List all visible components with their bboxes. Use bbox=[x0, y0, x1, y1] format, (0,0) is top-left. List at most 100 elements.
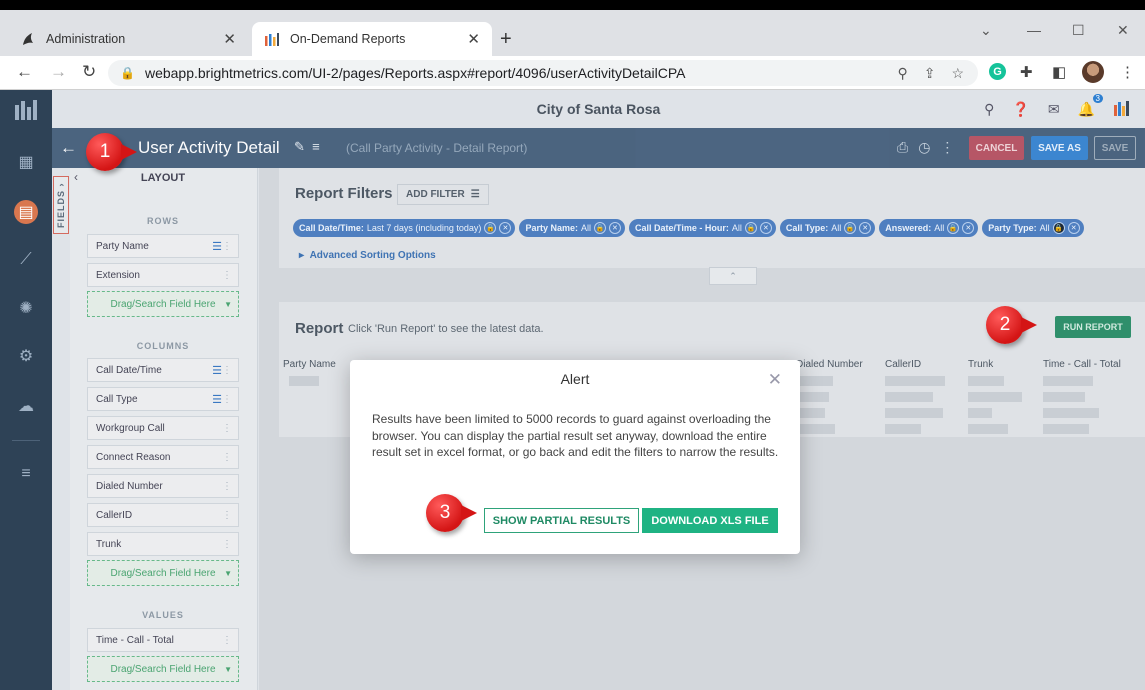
field-party-name[interactable]: Party Name ☰ ⋮ bbox=[87, 234, 239, 258]
add-filter-button[interactable]: ADD FILTER ☰ bbox=[397, 184, 489, 205]
close-icon[interactable]: ✕ bbox=[467, 30, 480, 48]
run-report-button[interactable]: RUN REPORT bbox=[1055, 316, 1131, 338]
save-as-button[interactable]: SAVE AS bbox=[1031, 136, 1088, 160]
zoom-icon[interactable]: ⚲ bbox=[897, 65, 907, 82]
chevron-down-icon[interactable]: ▼ bbox=[224, 569, 232, 578]
remove-icon[interactable]: ✕ bbox=[608, 222, 621, 234]
filter-chip[interactable]: Call Date/Time: Last 7 days (including to… bbox=[293, 219, 516, 237]
save-button[interactable]: SAVE bbox=[1094, 136, 1136, 160]
close-icon[interactable]: ✕ bbox=[768, 370, 782, 390]
field-call-type[interactable]: Call Type ☰ ⋮ bbox=[87, 387, 239, 411]
filter-chip[interactable]: Call Type: All 🔒 ✕ bbox=[779, 219, 876, 237]
mail-icon[interactable]: ✉ bbox=[1048, 101, 1060, 118]
tab-search-icon[interactable]: ⌄ bbox=[980, 22, 992, 39]
dashboard-icon[interactable]: ▦ bbox=[14, 150, 38, 174]
field-call-datetime[interactable]: Call Date/Time ☰ ⋮ bbox=[87, 358, 239, 382]
drag-handle-icon[interactable]: ⋮ bbox=[222, 452, 232, 463]
field-callerid[interactable]: CallerID ⋮ bbox=[87, 503, 239, 527]
trend-icon[interactable]: ⟋ bbox=[14, 248, 38, 272]
browser-menu-icon[interactable]: ⋮ bbox=[1120, 63, 1135, 81]
share-icon[interactable]: ⇪ bbox=[924, 65, 936, 82]
filter-chip[interactable]: Call Date/Time - Hour: All 🔒 ✕ bbox=[628, 219, 776, 237]
chevron-down-icon[interactable]: ▼ bbox=[224, 300, 232, 309]
schedule-icon[interactable]: ◷ bbox=[918, 139, 930, 156]
collapse-filters-button[interactable]: ⌃ bbox=[709, 267, 757, 285]
filter-icon[interactable]: ☰ bbox=[212, 364, 222, 377]
advanced-sorting-link[interactable]: ▸ Advanced Sorting Options bbox=[299, 250, 436, 261]
download-xls-button[interactable]: DOWNLOAD XLS FILE bbox=[642, 508, 778, 533]
drag-handle-icon[interactable]: ⋮ bbox=[222, 241, 232, 252]
lock-icon[interactable]: 🔒 bbox=[593, 222, 606, 234]
cloud-upload-icon[interactable]: ☁ bbox=[14, 394, 38, 418]
search-icon[interactable]: ⚲ bbox=[984, 101, 994, 118]
avatar[interactable] bbox=[1082, 61, 1104, 83]
maximize-icon[interactable]: ☐ bbox=[1072, 22, 1085, 39]
back-arrow-icon[interactable]: ← bbox=[60, 138, 77, 158]
tab-on-demand-reports[interactable]: On-Demand Reports ✕ bbox=[252, 22, 492, 56]
gear-icon[interactable]: ⚙ bbox=[14, 344, 38, 368]
filter-chip[interactable]: Answered: All 🔒 ✕ bbox=[879, 219, 979, 237]
column-header[interactable]: Time - Call - Total bbox=[1043, 359, 1121, 370]
tab-administration[interactable]: Administration ✕ bbox=[8, 22, 248, 56]
lightbulb-icon[interactable]: ✺ bbox=[14, 296, 38, 320]
field-connect-reason[interactable]: Connect Reason ⋮ bbox=[87, 445, 239, 469]
column-header[interactable]: Dialed Number bbox=[796, 359, 863, 370]
filter-chip[interactable]: Party Type: All 🔒 ✕ bbox=[982, 219, 1084, 237]
remove-icon[interactable]: ✕ bbox=[962, 222, 975, 234]
more-icon[interactable]: ⋮ bbox=[940, 139, 954, 156]
close-icon[interactable]: ✕ bbox=[223, 30, 236, 48]
drag-handle-icon[interactable]: ⋮ bbox=[222, 394, 232, 405]
drag-handle-icon[interactable]: ⋮ bbox=[222, 539, 232, 550]
bookmark-star-icon[interactable]: ☆ bbox=[951, 65, 964, 82]
column-header[interactable]: CallerID bbox=[885, 359, 921, 370]
rows-drop-zone[interactable]: Drag/Search Field Here ▼ bbox=[87, 291, 239, 317]
drag-handle-icon[interactable]: ⋮ bbox=[222, 423, 232, 434]
side-panel-icon[interactable]: ◧ bbox=[1052, 63, 1066, 81]
show-partial-results-button[interactable]: SHOW PARTIAL RESULTS bbox=[484, 508, 639, 533]
values-drop-zone[interactable]: Drag/Search Field Here ▼ bbox=[87, 656, 239, 682]
column-header[interactable]: Trunk bbox=[968, 359, 993, 370]
remove-icon[interactable]: ✕ bbox=[499, 222, 512, 234]
reload-icon[interactable]: ↻ bbox=[82, 62, 96, 82]
field-extension[interactable]: Extension ⋮ bbox=[87, 263, 239, 287]
field-time-call-total[interactable]: Time - Call - Total ⋮ bbox=[87, 628, 239, 652]
back-icon[interactable]: ← bbox=[16, 62, 33, 82]
remove-icon[interactable]: ✕ bbox=[859, 222, 872, 234]
bell-icon[interactable]: 🔔 3 bbox=[1078, 94, 1103, 118]
brightmetrics-icon[interactable] bbox=[1113, 100, 1131, 119]
drag-handle-icon[interactable]: ⋮ bbox=[222, 270, 232, 281]
drag-handle-icon[interactable]: ⋮ bbox=[222, 635, 232, 646]
brightmetrics-logo-icon[interactable] bbox=[14, 98, 38, 122]
cancel-button[interactable]: CANCEL bbox=[969, 136, 1024, 160]
forward-icon[interactable]: → bbox=[50, 62, 67, 82]
filter-icon[interactable]: ☰ bbox=[212, 240, 222, 253]
lock-icon[interactable]: 🔒 bbox=[1052, 222, 1065, 234]
lock-icon[interactable]: 🔒 bbox=[947, 222, 960, 234]
extensions-puzzle-icon[interactable]: ✚ bbox=[1020, 63, 1033, 81]
drag-handle-icon[interactable]: ⋮ bbox=[222, 481, 232, 492]
chevron-down-icon[interactable]: ▼ bbox=[224, 665, 232, 674]
reports-icon[interactable]: ▤ bbox=[14, 200, 38, 224]
drag-handle-icon[interactable]: ⋮ bbox=[222, 510, 232, 521]
remove-icon[interactable]: ✕ bbox=[1067, 222, 1080, 234]
url-field[interactable]: 🔒 webapp.brightmetrics.com/UI-2/pages/Re… bbox=[108, 60, 978, 86]
remove-icon[interactable]: ✕ bbox=[759, 222, 772, 234]
print-icon[interactable]: ⎙ bbox=[897, 139, 908, 156]
column-header[interactable]: Party Name bbox=[283, 359, 336, 370]
field-trunk[interactable]: Trunk ⋮ bbox=[87, 532, 239, 556]
fields-tab[interactable]: FIELDS › bbox=[53, 176, 69, 234]
expand-menu-icon[interactable]: ≡ bbox=[14, 462, 38, 486]
report-title[interactable]: User Activity Detail bbox=[138, 138, 280, 158]
pencil-icon[interactable]: ✎ bbox=[294, 139, 305, 154]
filter-icon[interactable]: ☰ bbox=[212, 393, 222, 406]
lock-icon[interactable]: 🔒 bbox=[844, 222, 857, 234]
drag-handle-icon[interactable]: ⋮ bbox=[222, 365, 232, 376]
list-icon[interactable]: ≡ bbox=[312, 139, 320, 154]
lock-icon[interactable]: 🔒 bbox=[744, 222, 757, 234]
new-tab-icon[interactable]: + bbox=[500, 28, 512, 51]
field-dialed-number[interactable]: Dialed Number ⋮ bbox=[87, 474, 239, 498]
window-close-icon[interactable]: ✕ bbox=[1117, 22, 1129, 39]
lock-icon[interactable]: 🔒 bbox=[484, 222, 497, 234]
field-workgroup-call[interactable]: Workgroup Call ⋮ bbox=[87, 416, 239, 440]
filter-chip[interactable]: Party Name: All 🔒 ✕ bbox=[519, 219, 625, 237]
